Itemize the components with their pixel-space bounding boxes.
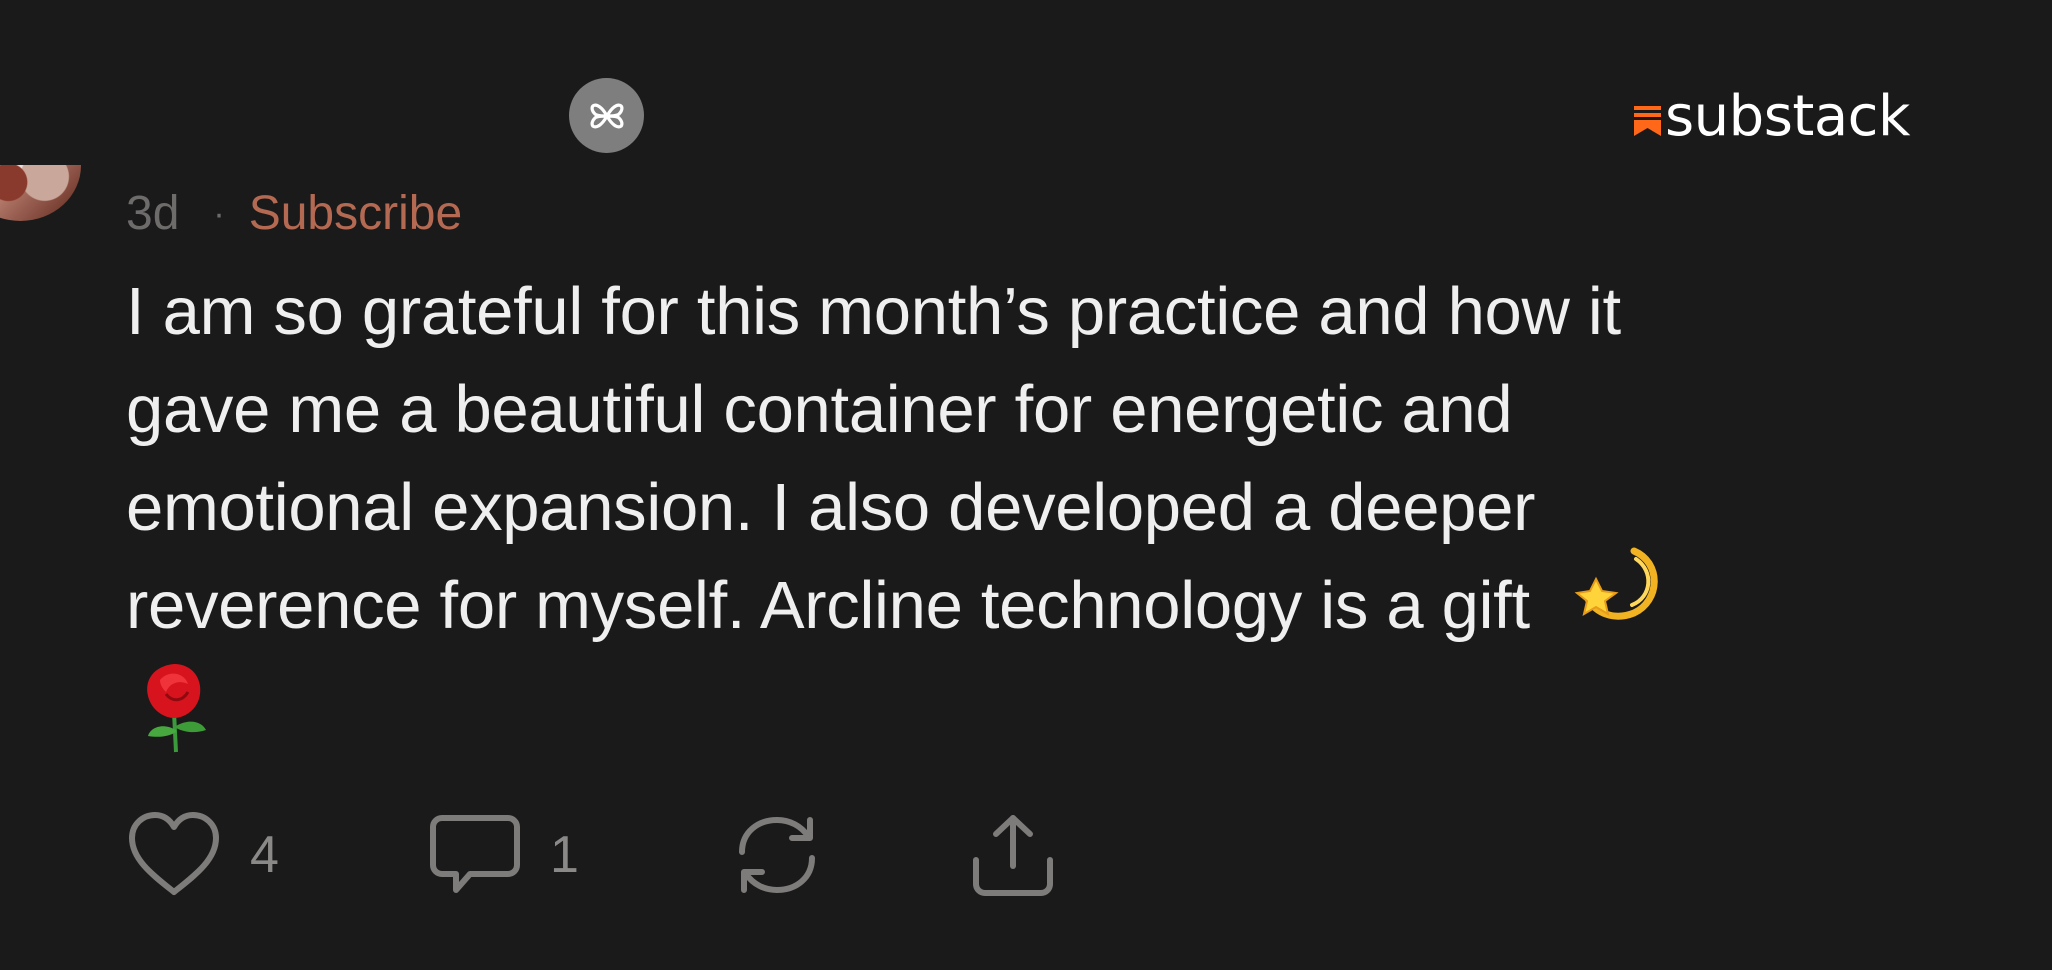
comment-line: I am so grateful for this month’s practi…	[126, 274, 1621, 349]
substack-bookmark-icon	[1634, 106, 1661, 136]
restack-icon	[739, 817, 815, 893]
timestamp: 3d	[126, 187, 180, 240]
like-button[interactable]: 4	[126, 810, 279, 900]
substack-wordmark: substack	[1665, 84, 1910, 149]
comment-meta: 3d · Subscribe	[126, 182, 462, 246]
substack-logo[interactable]: substack	[1634, 84, 1910, 150]
emoji-line	[126, 658, 1996, 781]
like-count: 4	[250, 826, 279, 884]
comment-line: reverence for myself. Arcline technology…	[126, 568, 1530, 643]
rose-emoji	[136, 658, 212, 781]
comment-body: I am so grateful for this month’s practi…	[126, 263, 1996, 781]
avatar[interactable]	[0, 165, 81, 221]
separator-dot: ·	[213, 195, 225, 233]
comment-actions: 4 1	[126, 810, 1126, 900]
heart-icon	[129, 812, 219, 895]
flower-icon[interactable]	[569, 78, 644, 153]
subscribe-link[interactable]: Subscribe	[249, 182, 462, 246]
restack-button[interactable]	[732, 810, 822, 900]
dizzy-star-emoji	[1574, 541, 1664, 658]
share-icon	[973, 815, 1053, 896]
comment-button[interactable]: 1	[428, 810, 579, 900]
comment-line: gave me a beautiful container for energe…	[126, 372, 1513, 447]
share-button[interactable]	[968, 810, 1058, 900]
comment-line-with-emoji: reverence for myself. Arcline technology…	[126, 547, 1996, 658]
speech-bubble-icon	[430, 815, 520, 893]
comment-line: emotional expansion. I also developed a …	[126, 470, 1536, 545]
comment-count: 1	[550, 826, 579, 884]
